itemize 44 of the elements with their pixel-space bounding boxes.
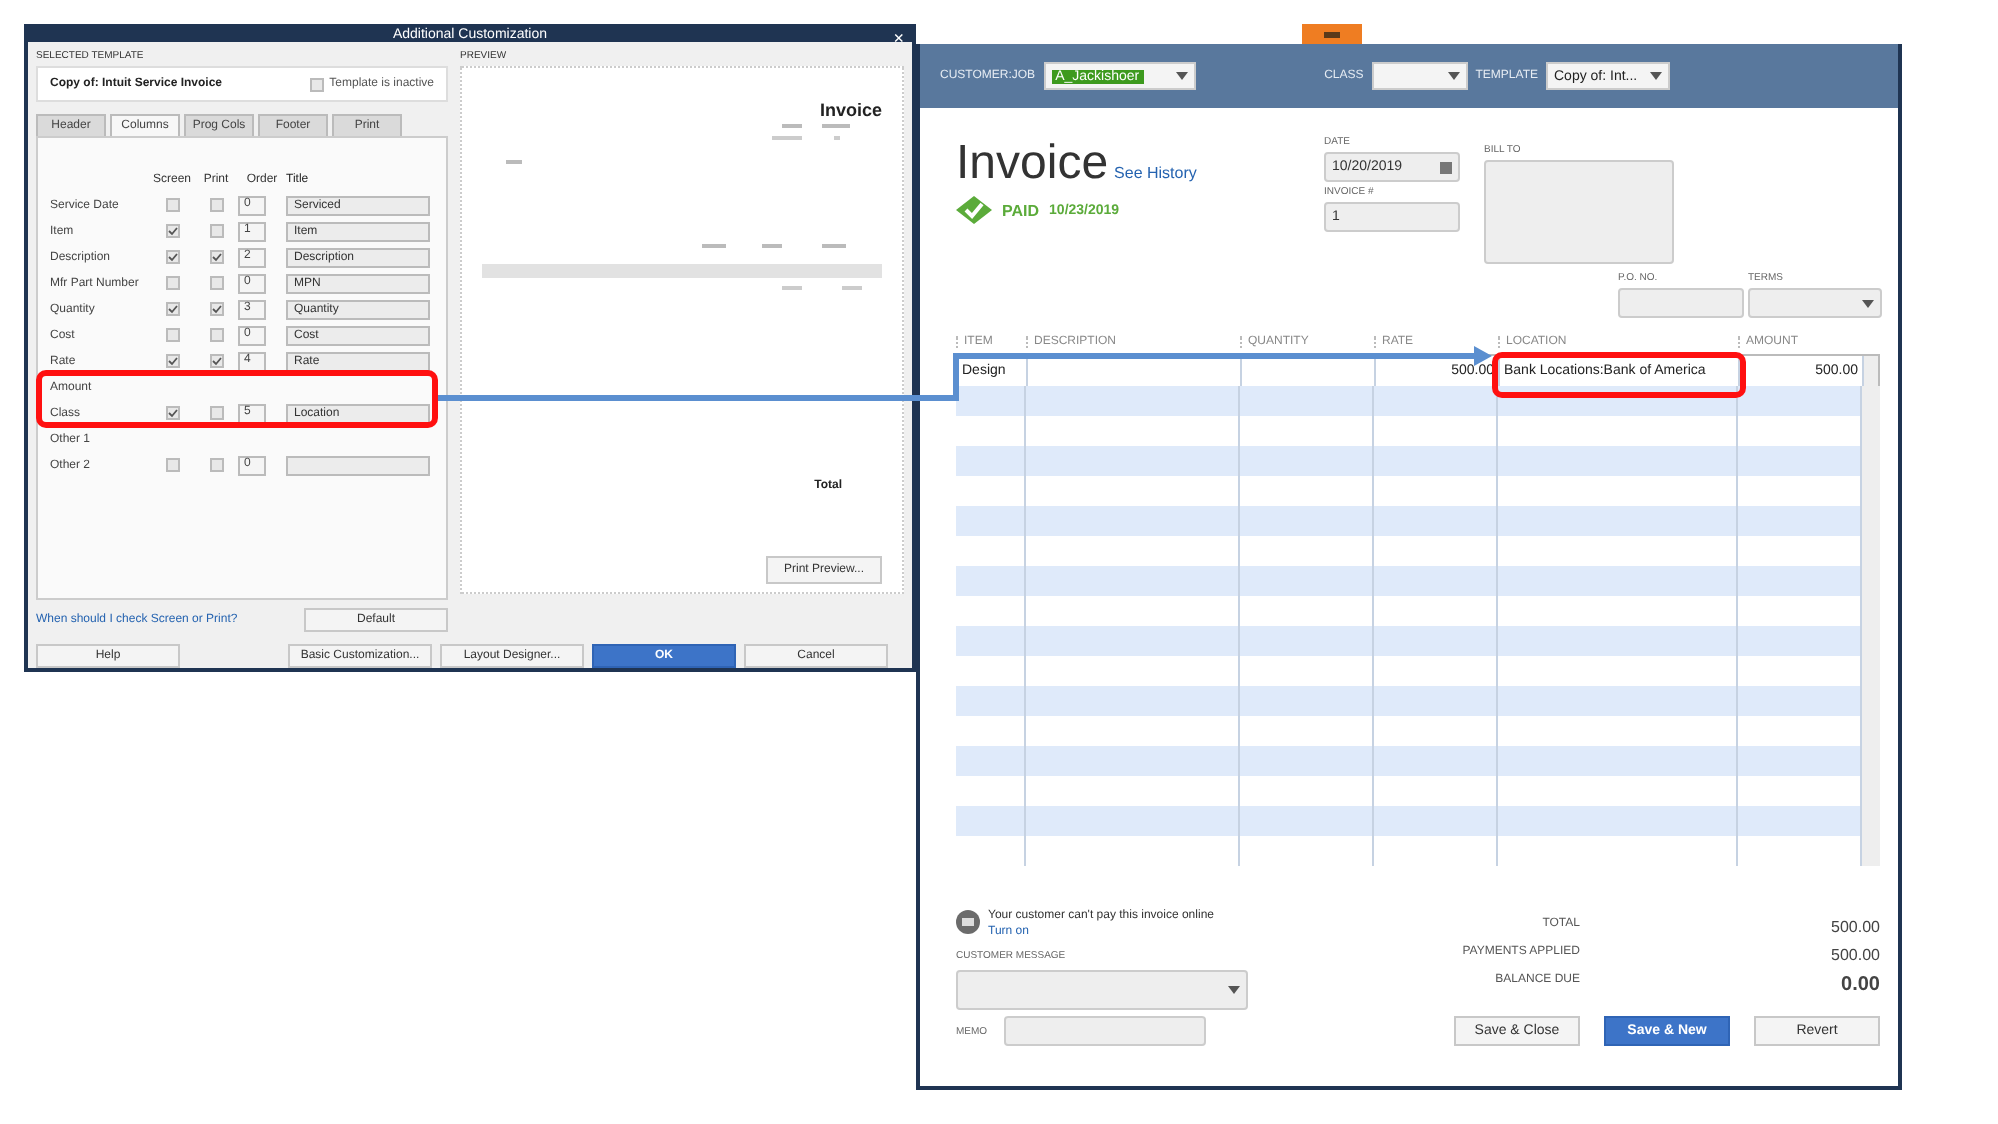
total-value: 0.00 — [1841, 974, 1880, 996]
card-icon — [956, 910, 980, 934]
check-badge-icon — [956, 196, 992, 224]
customer-message-dropdown[interactable] — [956, 970, 1248, 1010]
invoice-title: Invoice — [956, 136, 1109, 192]
title-field[interactable] — [286, 455, 430, 475]
bill-to-field[interactable] — [1484, 160, 1674, 264]
calendar-icon — [1440, 161, 1452, 173]
caret-icon — [1228, 986, 1240, 994]
checkbox[interactable] — [309, 77, 324, 91]
class-dropdown[interactable] — [1371, 62, 1468, 90]
po-field[interactable] — [1618, 288, 1744, 318]
checkbox[interactable] — [209, 328, 223, 342]
caret-icon — [1175, 72, 1188, 80]
checkbox[interactable] — [209, 250, 223, 264]
checkbox[interactable] — [209, 276, 223, 290]
checkbox[interactable] — [165, 406, 179, 420]
caret-icon — [1862, 299, 1874, 307]
checkbox[interactable] — [209, 354, 223, 368]
checkbox[interactable] — [209, 224, 223, 238]
checkbox[interactable] — [165, 354, 179, 368]
checkbox[interactable] — [209, 198, 223, 212]
checkbox[interactable] — [165, 328, 179, 342]
close-button[interactable]: × — [893, 28, 904, 50]
total-value: 500.00 — [1831, 918, 1880, 936]
checkbox[interactable] — [165, 302, 179, 316]
memo-field[interactable] — [1003, 1016, 1206, 1046]
caret-icon — [1447, 72, 1460, 80]
checkbox[interactable] — [165, 276, 179, 290]
checkbox[interactable] — [165, 224, 179, 238]
checkbox[interactable] — [209, 458, 223, 472]
scrollbar[interactable] — [1864, 356, 1878, 386]
checkbox[interactable] — [209, 406, 223, 420]
terms-dropdown[interactable] — [1748, 288, 1882, 318]
checkbox[interactable] — [165, 250, 179, 264]
history-link[interactable]: See History — [1114, 163, 1197, 181]
checkbox[interactable] — [165, 458, 179, 472]
checkbox[interactable] — [165, 198, 179, 212]
document-title: Invoice — [819, 100, 882, 120]
paid-status: PAID — [1002, 201, 1040, 219]
checkbox[interactable] — [209, 302, 223, 316]
window-handle[interactable] — [1302, 24, 1362, 44]
total-value: 500.00 — [1831, 946, 1880, 964]
caret-icon — [1650, 72, 1662, 80]
